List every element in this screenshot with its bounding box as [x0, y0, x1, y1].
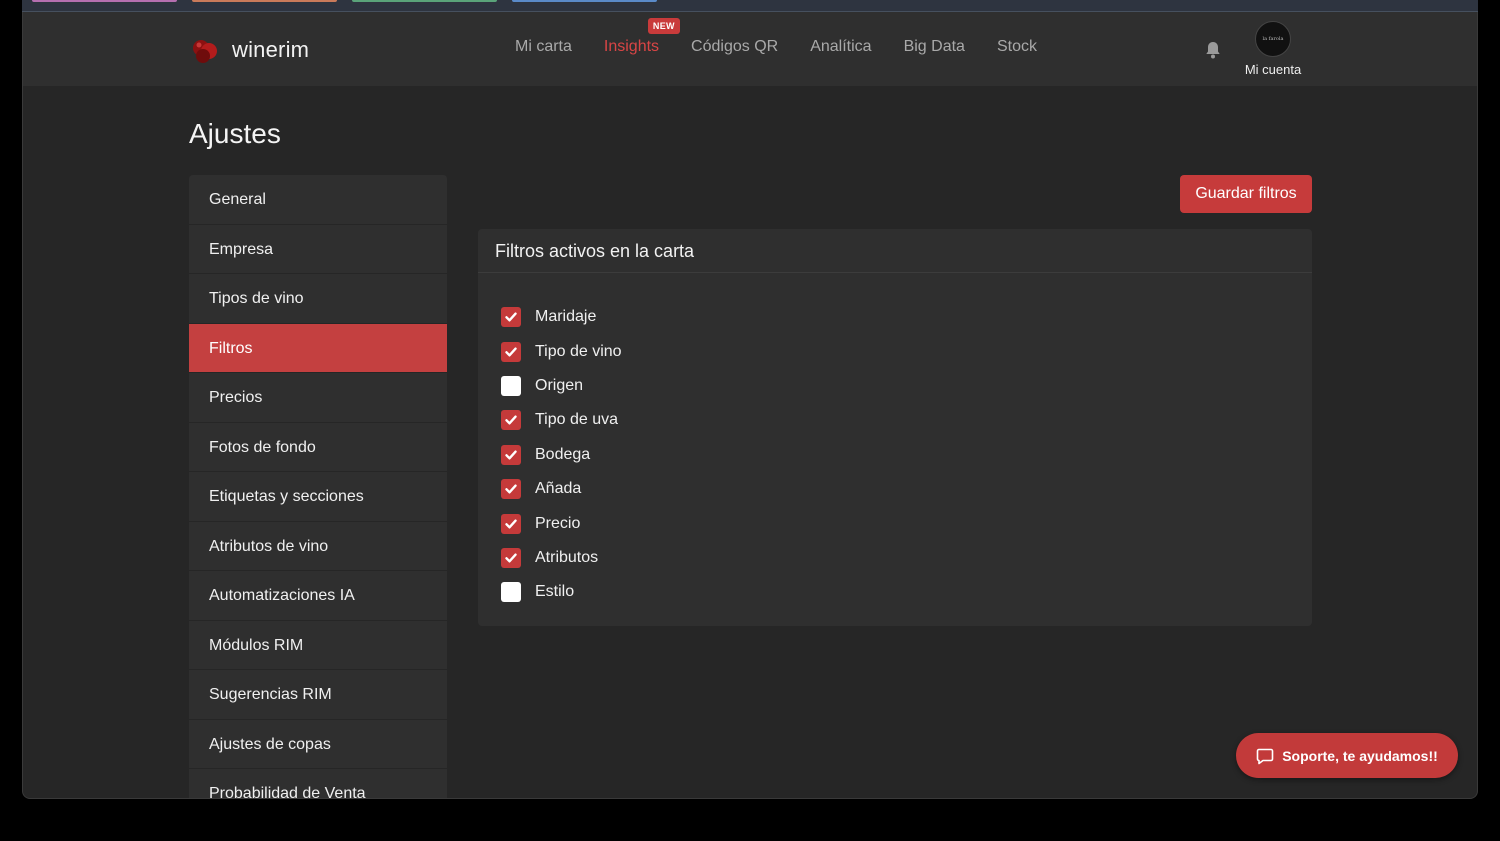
filter-checkbox-checked[interactable]	[501, 410, 521, 431]
tab-indicator	[512, 0, 657, 2]
nav-item-label: Insights	[603, 38, 660, 55]
app-window: winerim Mi carta Insights NEW Códigos QR…	[22, 12, 1478, 799]
filter-checkbox-checked[interactable]	[501, 307, 521, 328]
sidebar-item-precios[interactable]: Precios	[189, 373, 447, 423]
filter-label: Tipo de vino	[535, 342, 622, 360]
brand[interactable]: winerim	[189, 34, 309, 66]
filter-checkbox-checked[interactable]	[501, 341, 521, 362]
filter-checkbox-checked[interactable]	[501, 479, 521, 500]
sidebar-item-etiquetas[interactable]: Etiquetas y secciones	[189, 472, 447, 522]
page-title: Ajustes	[189, 118, 281, 149]
filter-list: Maridaje Tipo de vino Origen Tipo de uva…	[478, 273, 1312, 610]
sidebar-item-modulos-rim[interactable]: Módulos RIM	[189, 620, 447, 670]
filter-label: Tipo de uva	[535, 411, 619, 429]
settings-sidebar: General Empresa Tipos de vino Filtros Pr…	[189, 175, 447, 798]
filter-row[interactable]: Maridaje	[501, 300, 1312, 334]
nav-item-analitica[interactable]: Analítica	[810, 38, 871, 56]
sidebar-item-sugerencias-rim[interactable]: Sugerencias RIM	[189, 670, 447, 720]
tab-indicator	[32, 0, 177, 2]
account-label: Mi cuenta	[1244, 62, 1302, 77]
filter-row[interactable]: Añada	[501, 472, 1312, 506]
filter-label: Estilo	[535, 583, 575, 601]
nav-item-stock[interactable]: Stock	[997, 38, 1037, 56]
bell-icon[interactable]	[1203, 40, 1223, 60]
sidebar-item-general[interactable]: General	[189, 175, 447, 225]
sidebar-item-fotos-de-fondo[interactable]: Fotos de fondo	[189, 422, 447, 472]
account-menu[interactable]: la farola Mi cuenta	[1237, 21, 1309, 77]
support-label: Soporte, te ayudamos!!	[1282, 747, 1438, 764]
new-badge: NEW	[647, 18, 680, 34]
avatar-logo-text: la farola	[1262, 36, 1284, 42]
top-header: winerim Mi carta Insights NEW Códigos QR…	[23, 12, 1477, 86]
tab-indicator	[352, 0, 497, 2]
wine-grape-icon	[189, 34, 221, 66]
filter-row[interactable]: Tipo de vino	[501, 334, 1312, 368]
filter-checkbox-checked[interactable]	[501, 444, 521, 465]
filter-label: Maridaje	[535, 308, 597, 326]
filter-row[interactable]: Precio	[501, 506, 1312, 540]
avatar: la farola	[1255, 21, 1291, 57]
filter-label: Origen	[535, 376, 584, 394]
filter-checkbox-checked[interactable]	[501, 513, 521, 534]
filter-label: Bodega	[535, 445, 591, 463]
chat-bubble-icon	[1256, 747, 1274, 765]
main-nav: Mi carta Insights NEW Códigos QR Analíti…	[515, 18, 1069, 56]
filter-label: Añada	[535, 480, 582, 498]
nav-item-insights[interactable]: Insights NEW	[603, 18, 680, 56]
nav-item-codigos-qr[interactable]: Códigos QR	[691, 38, 778, 56]
filter-checkbox-checked[interactable]	[501, 547, 521, 568]
filter-label: Precio	[535, 514, 581, 532]
filter-label: Atributos	[535, 548, 599, 566]
filters-card: Filtros activos en la carta Maridaje Tip…	[478, 229, 1312, 626]
sidebar-item-probabilidad-venta[interactable]: Probabilidad de Venta	[189, 769, 447, 798]
sidebar-item-filtros[interactable]: Filtros	[189, 323, 447, 373]
browser-tab-strip	[22, 0, 1478, 12]
sidebar-item-empresa[interactable]: Empresa	[189, 224, 447, 274]
brand-name: winerim	[232, 37, 310, 62]
filter-row[interactable]: Bodega	[501, 438, 1312, 472]
filter-row[interactable]: Atributos	[501, 541, 1312, 575]
filter-row[interactable]: Estilo	[501, 575, 1312, 609]
sidebar-item-ajustes-de-copas[interactable]: Ajustes de copas	[189, 719, 447, 769]
support-button[interactable]: Soporte, te ayudamos!!	[1236, 733, 1458, 778]
nav-item-big-data[interactable]: Big Data	[904, 38, 965, 56]
filter-checkbox-unchecked[interactable]	[501, 582, 521, 603]
filter-checkbox-unchecked[interactable]	[501, 375, 521, 396]
tab-indicator	[192, 0, 337, 2]
sidebar-item-tipos-de-vino[interactable]: Tipos de vino	[189, 274, 447, 324]
sidebar-item-atributos[interactable]: Atributos de vino	[189, 521, 447, 571]
filter-row[interactable]: Origen	[501, 369, 1312, 403]
nav-item-mi-carta[interactable]: Mi carta	[515, 38, 572, 56]
sidebar-item-automatizaciones[interactable]: Automatizaciones IA	[189, 571, 447, 621]
filter-row[interactable]: Tipo de uva	[501, 403, 1312, 437]
card-title: Filtros activos en la carta	[478, 229, 1312, 273]
save-filters-button[interactable]: Guardar filtros	[1180, 175, 1312, 213]
